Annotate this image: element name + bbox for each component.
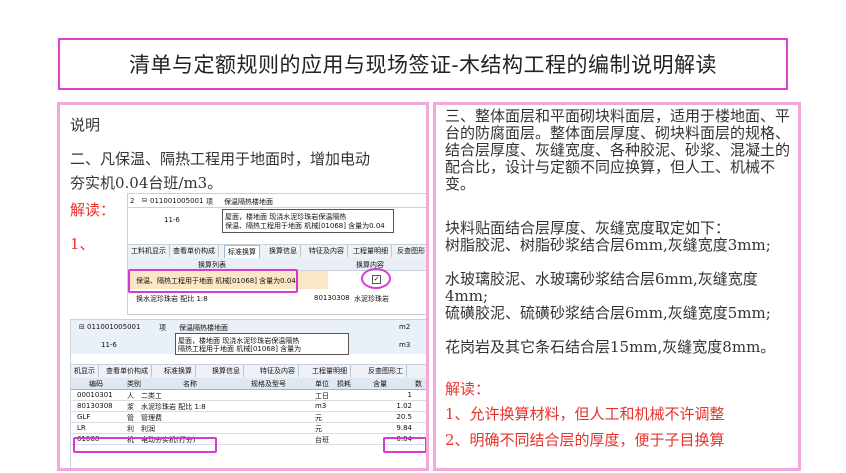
expand-icon[interactable]: ⊟: [142, 197, 147, 204]
left-heading: 说明: [70, 116, 101, 134]
s2-table-cell: 利: [127, 425, 134, 433]
s2-table-cell: 元: [315, 425, 322, 433]
right-para-6: 花岗岩及其它条石结合层15mm,灰缝宽度8mm。: [445, 338, 776, 356]
s2-table-cell: 20.5: [396, 413, 412, 421]
s2-tab-standard-conversion[interactable]: 标准换算: [161, 365, 196, 377]
s2-table-cell: 管: [127, 414, 134, 422]
tab-features[interactable]: 特征及内容: [306, 245, 348, 257]
s2-table-cell: 水泥珍珠岩 配比 1:8: [141, 403, 206, 411]
s2-tab-reverse-lookup[interactable]: 反查图形工: [365, 365, 407, 377]
s2-table-cell: 浆: [127, 403, 134, 411]
right-para-2: 块料贴面结合层厚度、灰缝宽度取定如下：: [445, 219, 731, 237]
s2-table-cell: 利润: [141, 425, 155, 433]
s2-table-cell: 00010301: [77, 391, 113, 399]
highlight-conversion-box: [128, 269, 298, 293]
highlight-machine-amount: [383, 437, 426, 453]
s2-item-code: 011001005001: [87, 323, 141, 331]
s2-table-cell: 80130308: [77, 402, 113, 410]
s2-table-cell: 9.84: [396, 424, 412, 432]
s2-sub-desc-box: 屋面，楼地面 现浇水泥珍珠岩保温隔热 隔热工程用于地面 机械[01068] 含量…: [175, 333, 349, 355]
highlight-checkbox-circle: [361, 268, 391, 289]
sub-desc2: 保温、隔热工程用于地面 机械[01068] 含量为0.04: [225, 222, 385, 230]
right-para-1: 三、整体面层和平面砌块料面层，适用于楼地面、平台的防腐面层。整体面层厚度、砌块料…: [445, 107, 791, 193]
left-jiedu: 解读：: [70, 201, 116, 219]
tab-bar: 工料机显示 查看单价构成 标准换算 换算信息 特征及内容 工程量明细 反查图形: [128, 244, 426, 259]
tab-reverse-lookup[interactable]: 反查图形: [394, 245, 426, 257]
s2-table-row[interactable]: 00010301 人二类工 工日 1: [71, 390, 426, 401]
s2-table-cell: GLF: [77, 413, 91, 421]
s2-sub-desc2: 隔热工程用于地面 机械[01068] 含量为: [178, 345, 302, 353]
s2-item-type: 项: [159, 324, 166, 332]
title-box: 清单与定额规则的应用与现场签证-木结构工程的编制说明解读: [58, 38, 788, 90]
right-item-2: 2、明确不同结合层的厚度，便于子目换算: [445, 431, 725, 449]
s2-header-code: 编码: [89, 380, 103, 388]
bottom-code: 80130308: [314, 294, 350, 302]
s2-header-type: 类别: [127, 380, 141, 388]
sub-code: 11-6: [164, 216, 180, 224]
s2-tab-unit-price[interactable]: 查看单价构成: [103, 365, 152, 377]
s2-table-cell: 台班: [315, 436, 329, 444]
item-name: 保温隔热楼地面: [224, 198, 273, 206]
s2-item-name: 保温隔热楼地面: [179, 324, 228, 332]
page-title: 清单与定额规则的应用与现场签证-木结构工程的编制说明解读: [128, 53, 718, 77]
right-para-4: 水玻璃胶泥、水玻璃砂浆结合层6mm,灰缝宽度4mm;: [445, 270, 758, 305]
s2-grid-body: 00010301 人二类工 工日 1 80130308 浆水泥珍珠岩 配比 1:8 m3 1.…: [71, 390, 426, 468]
s2-tab-conversion-info[interactable]: 换算信息: [209, 365, 244, 377]
highlight-machine-row: [73, 437, 217, 453]
left-item1: 1、: [70, 235, 95, 253]
s2-table-cell: 人: [127, 392, 134, 400]
s2-expand-icon[interactable]: ⊟: [79, 323, 85, 331]
bottom-name: 水泥珍珠岩: [354, 295, 389, 303]
s2-tab-features[interactable]: 特征及内容: [257, 365, 299, 377]
left-panel: 说明 二、凡保温、隔热工程用于地面时，增加电动 夯实机0.04台班/m3。 解读…: [57, 102, 429, 471]
item-code: 011001005001: [150, 197, 204, 205]
s2-sub-code: 11-6: [101, 341, 117, 349]
s2-tab-quantity-detail[interactable]: 工程量明细: [309, 365, 351, 377]
left-para-line1: 二、凡保温、隔热工程用于地面时，增加电动: [70, 150, 371, 168]
s2-grid-header: 编码 类别 名称 规格及型号 单位 损耗 含量 数: [71, 378, 426, 390]
s2-table-cell: LR: [77, 424, 86, 432]
s2-table-row[interactable]: LR 利利润 元 9.84: [71, 423, 426, 434]
tab-quantity-detail[interactable]: 工程量明细: [350, 245, 392, 257]
s2-header-qty: 数: [415, 380, 422, 388]
s2-header-amount: 含量: [373, 380, 387, 388]
s2-table-row[interactable]: GLF 管管理费 元 20.5: [71, 412, 426, 423]
s2-sub-unit: m3: [399, 341, 411, 349]
software-screenshot-1: 2 ⊟ 011001005001 项 保温隔热楼地面 11-6 屋面，楼地面 现…: [127, 193, 426, 315]
bottom-text: 换水泥珍珠岩 配比 1:8: [136, 295, 208, 303]
s2-tab-bar: 机显示 查看单价构成 标准换算 换算信息 特征及内容 工程量明细 反查图形工: [71, 364, 426, 379]
s2-table-cell: 二类工: [141, 392, 162, 400]
s2-header-unit: 单位: [315, 380, 329, 388]
s2-header-name: 名称: [183, 380, 197, 388]
s2-header-loss: 损耗: [337, 380, 351, 388]
right-jiedu: 解读：: [445, 380, 491, 398]
sub-desc-box: 屋面，楼地面 现浇水泥珍珠岩保温隔热 保温、隔热工程用于地面 机械[01068]…: [222, 209, 394, 233]
s2-table-cell: 管理费: [141, 414, 162, 422]
s2-table-cell: 元: [315, 414, 322, 422]
s2-table-cell: 工日: [315, 392, 329, 400]
right-panel: 三、整体面层和平面砌块料面层，适用于楼地面、平台的防腐面层。整体面层厚度、砌块料…: [433, 102, 801, 471]
right-para-5: 硫磺胶泥、硫磺砂浆结合层6mm,灰缝宽度5mm;: [445, 304, 771, 322]
s2-table-cell: 1: [407, 391, 412, 399]
s2-header-spec: 规格及型号: [251, 380, 286, 388]
item-type: 项: [206, 198, 213, 206]
left-para-line2: 夯实机0.04台班/m3。: [70, 174, 223, 192]
software-screenshot-2: ⊟ 011001005001 项 保温隔热楼地面 m2 11-6 屋面，楼地面 …: [70, 319, 426, 468]
right-item-1: 1、允许换算材料，但人工和机械不许调整: [445, 405, 725, 423]
right-para-3: 树脂胶泥、树脂砂浆结合层6mm,灰缝宽度3mm;: [445, 236, 771, 254]
s2-table-cell: m3: [315, 402, 327, 410]
s2-table-cell: 1.02: [396, 402, 412, 410]
tab-conversion-info[interactable]: 换算信息: [266, 245, 301, 257]
s2-item-unit: m2: [399, 323, 411, 331]
tab-material[interactable]: 工料机显示: [128, 245, 170, 257]
tab-standard-conversion[interactable]: 标准换算: [224, 245, 260, 258]
tab-unit-price[interactable]: 查看单价构成: [170, 245, 219, 257]
s2-table-row[interactable]: 80130308 浆水泥珍珠岩 配比 1:8 m3 1.02: [71, 401, 426, 412]
s2-tab-material[interactable]: 机显示: [71, 365, 99, 377]
